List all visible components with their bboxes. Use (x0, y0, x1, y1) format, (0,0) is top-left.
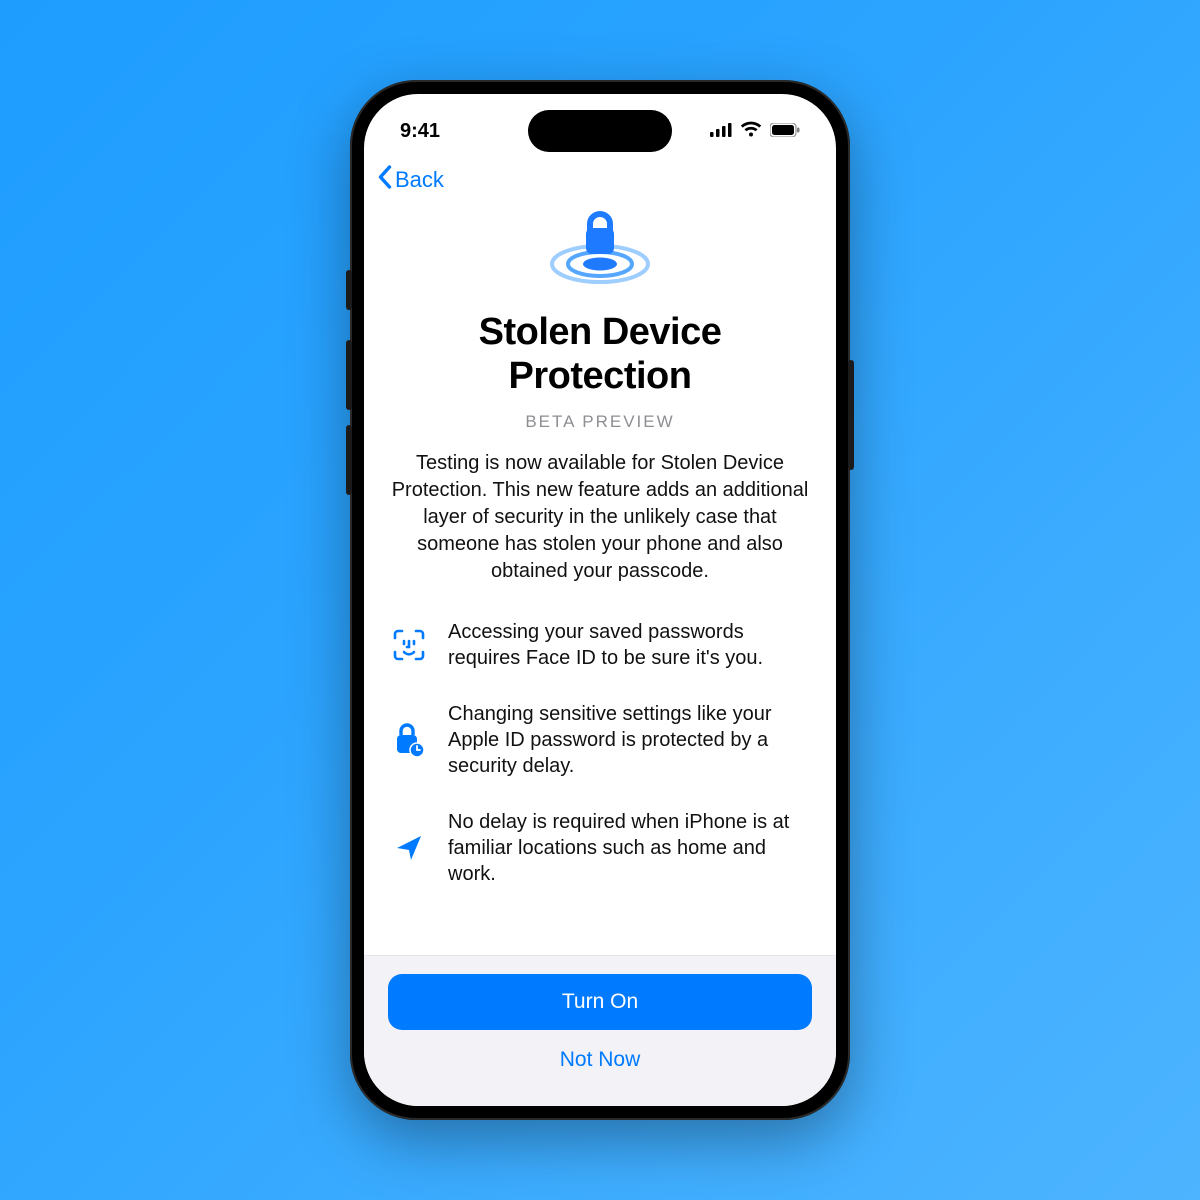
volume-down-button (346, 425, 352, 495)
content-scroll[interactable]: Stolen Device Protection BETA PREVIEW Te… (364, 202, 836, 887)
status-time: 9:41 (400, 120, 440, 143)
feature-text: Changing sensitive settings like your Ap… (448, 701, 810, 779)
lockdelay-icon (390, 723, 428, 757)
feature-list: Accessing your saved passwords requires … (390, 619, 810, 887)
navigation-bar: Back (364, 158, 836, 202)
feature-text: Accessing your saved passwords requires … (448, 619, 810, 671)
back-label: Back (395, 167, 444, 193)
chevron-left-icon (376, 165, 393, 195)
bottom-action-bar: Turn On Not Now (364, 955, 836, 1106)
mute-switch (346, 270, 352, 310)
lock-ripple-icon (545, 206, 655, 293)
faceid-icon (390, 628, 428, 662)
feature-text: No delay is required when iPhone is at f… (448, 809, 810, 887)
not-now-button[interactable]: Not Now (388, 1046, 812, 1074)
battery-icon (770, 120, 800, 143)
volume-up-button (346, 340, 352, 410)
cellular-icon (710, 120, 732, 143)
feature-item: Accessing your saved passwords requires … (390, 619, 810, 671)
scroll-fade (364, 921, 836, 955)
location-icon (390, 832, 428, 864)
screen: 9:41 Back (364, 94, 836, 1106)
iphone-device-frame: 9:41 Back (350, 80, 850, 1120)
feature-item: Changing sensitive settings like your Ap… (390, 701, 810, 779)
back-button[interactable]: Back (376, 165, 444, 195)
turn-on-button[interactable]: Turn On (388, 974, 812, 1030)
wifi-icon (740, 120, 762, 143)
page-description: Testing is now available for Stolen Devi… (390, 450, 810, 585)
dynamic-island (528, 110, 672, 152)
page-subtitle: BETA PREVIEW (525, 412, 674, 432)
page-title: Stolen Device Protection (390, 311, 810, 398)
side-button (848, 360, 854, 470)
feature-item: No delay is required when iPhone is at f… (390, 809, 810, 887)
